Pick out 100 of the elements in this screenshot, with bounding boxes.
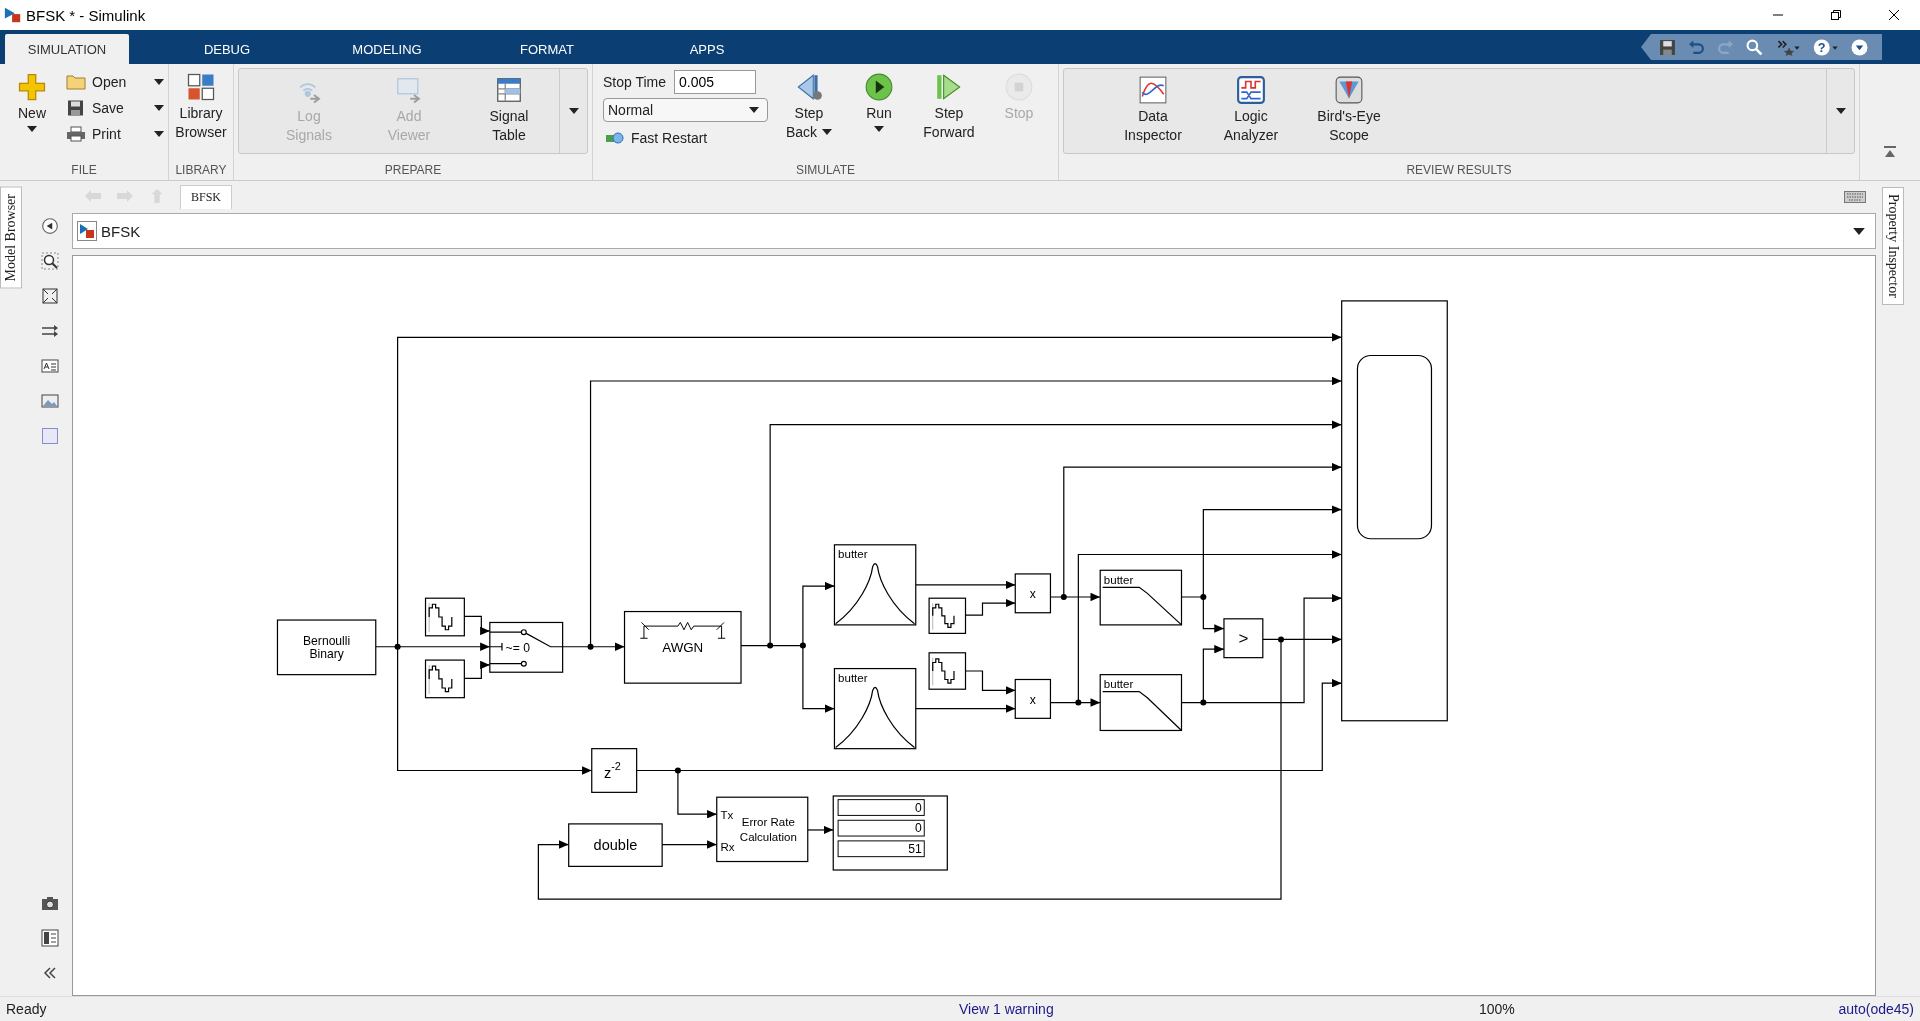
scope-block[interactable]: [1341, 300, 1448, 722]
group-label: PREPARE: [383, 162, 443, 179]
caret-icon: [1835, 108, 1846, 114]
bandpass-filter-block[interactable]: butter: [833, 667, 917, 750]
lowpass-filter-block[interactable]: butter: [1099, 674, 1183, 732]
search-icon[interactable]: [1746, 38, 1763, 56]
sine-wave-block[interactable]: [928, 597, 967, 634]
address-bar[interactable]: BFSK: [72, 213, 1876, 249]
block-label: butter: [1103, 678, 1134, 690]
delay-block[interactable]: z$^{-2}$: [591, 748, 638, 793]
noise-channel-block[interactable]: AWGN: [623, 610, 742, 684]
keyboard-icon[interactable]: [1844, 191, 1866, 203]
fit-to-view-icon[interactable]: [41, 287, 59, 305]
annotation-icon[interactable]: [41, 357, 59, 375]
port-label: Rx: [720, 840, 735, 853]
ribbon-tab[interactable]: MODELING: [325, 34, 449, 64]
block-label: x: [1029, 587, 1036, 602]
warning-link[interactable]: View 1 warning: [959, 1001, 1479, 1017]
file-menu-button[interactable]: Save: [66, 96, 164, 120]
save-icon[interactable]: [1659, 38, 1676, 56]
fast-restart-button[interactable]: Fast Restart: [603, 126, 768, 150]
restore-icon[interactable]: [1830, 9, 1842, 21]
group-label: LIBRARY: [174, 162, 228, 179]
display-field: 0: [837, 799, 925, 816]
error-rate-block[interactable]: Tx Rx Error Rate Calculation: [716, 796, 809, 863]
caret-icon[interactable]: [1853, 227, 1865, 235]
hide-browser-icon[interactable]: [41, 217, 59, 235]
ribbon-tab[interactable]: DEBUG: [165, 34, 289, 64]
close-icon[interactable]: [1888, 9, 1900, 21]
product-block[interactable]: x: [1014, 678, 1052, 719]
model-icon: [77, 221, 97, 241]
collapse-ribbon-icon[interactable]: [1883, 146, 1897, 158]
review-button[interactable]: Data Inspector: [1104, 69, 1202, 145]
prepare-button[interactable]: Signal Table: [459, 69, 559, 145]
fast-restart-icon: [605, 130, 625, 146]
model-path: BFSK: [101, 222, 141, 240]
star-icon[interactable]: [1775, 38, 1801, 56]
zoom-level: 100%: [1479, 1001, 1516, 1017]
property-sheet-icon[interactable]: [41, 929, 59, 947]
model-tab[interactable]: BFSK: [180, 185, 233, 209]
play-icon: [864, 72, 894, 102]
folder-icon: [66, 74, 86, 90]
block-label: butter: [1103, 573, 1134, 586]
junction-dot: [1200, 699, 1207, 706]
generator-block[interactable]: Bernoulli Binary: [276, 619, 377, 676]
bandpass-filter-block[interactable]: butter: [833, 544, 917, 626]
switch-block[interactable]: ~= 0: [489, 621, 564, 673]
product-block[interactable]: x: [1014, 573, 1052, 614]
printer-icon: [66, 126, 86, 142]
stop-icon: [1004, 72, 1034, 102]
simulation-button[interactable]: Step Forward: [914, 68, 984, 142]
review-button[interactable]: Logic Analyzer: [1202, 69, 1300, 145]
caret-icon: [27, 126, 37, 132]
junction-dot: [1060, 593, 1067, 600]
new-button[interactable]: New: [4, 68, 60, 132]
radar-scope-icon: [1334, 75, 1364, 105]
sine-wave-block[interactable]: [928, 652, 967, 690]
caret-icon: [749, 107, 759, 113]
sine-wave-block[interactable]: [424, 597, 465, 637]
block-label: AWGN: [662, 639, 704, 655]
junction-dot: [1277, 636, 1285, 643]
lowpass-filter-block[interactable]: butter: [1099, 569, 1183, 626]
junction-dot: [799, 642, 806, 649]
caret-icon: [822, 129, 833, 135]
zoom-icon[interactable]: [41, 252, 59, 270]
file-menu-button[interactable]: Open: [66, 70, 164, 94]
simulation-mode-dropdown[interactable]: Normal: [603, 98, 768, 122]
caret-icon: [154, 105, 164, 111]
simulation-button[interactable]: Run: [844, 68, 914, 132]
stop-time-field[interactable]: 0.005: [674, 70, 757, 94]
comparator-block[interactable]: >: [1223, 618, 1264, 659]
block-label: butter: [838, 548, 868, 561]
property-inspector-tab[interactable]: Property Inspector: [1882, 187, 1904, 305]
area-icon[interactable]: [41, 427, 59, 445]
group-label: FILE: [70, 162, 98, 179]
group-label: REVIEW RESULTS: [1405, 162, 1513, 179]
ribbon-tab[interactable]: APPS: [645, 34, 769, 64]
library-browser-button[interactable]: Library Browser: [173, 68, 229, 142]
block-label: double: [593, 837, 638, 853]
review-button[interactable]: Bird's-Eye Scope: [1300, 69, 1398, 145]
image-icon[interactable]: [41, 392, 59, 410]
status-text: Ready: [6, 1001, 48, 1017]
junction-dot: [394, 643, 401, 650]
grid-icon: [186, 72, 216, 102]
file-menu-button[interactable]: Print: [66, 122, 164, 146]
dropdown-icon[interactable]: [1851, 38, 1868, 56]
sine-wave-block[interactable]: [424, 659, 465, 699]
stop-time-label: Stop Time: [603, 74, 667, 90]
model-icon: [4, 6, 22, 24]
ribbon-tab[interactable]: SIMULATION: [5, 34, 129, 64]
solver-link[interactable]: auto(ode45): [1838, 1001, 1914, 1017]
conversion-block[interactable]: double: [568, 823, 663, 867]
model-browser-tab[interactable]: Model Browser: [0, 187, 22, 289]
camera-icon[interactable]: [41, 894, 59, 912]
display-block[interactable]: 0 0 51: [832, 795, 948, 871]
simulation-button[interactable]: Step Back: [774, 68, 844, 142]
junction-dot: [587, 643, 594, 650]
ribbon-tab[interactable]: FORMAT: [485, 34, 609, 64]
logic-signal-icon: [1236, 75, 1266, 105]
arrows-icon[interactable]: [41, 322, 59, 340]
